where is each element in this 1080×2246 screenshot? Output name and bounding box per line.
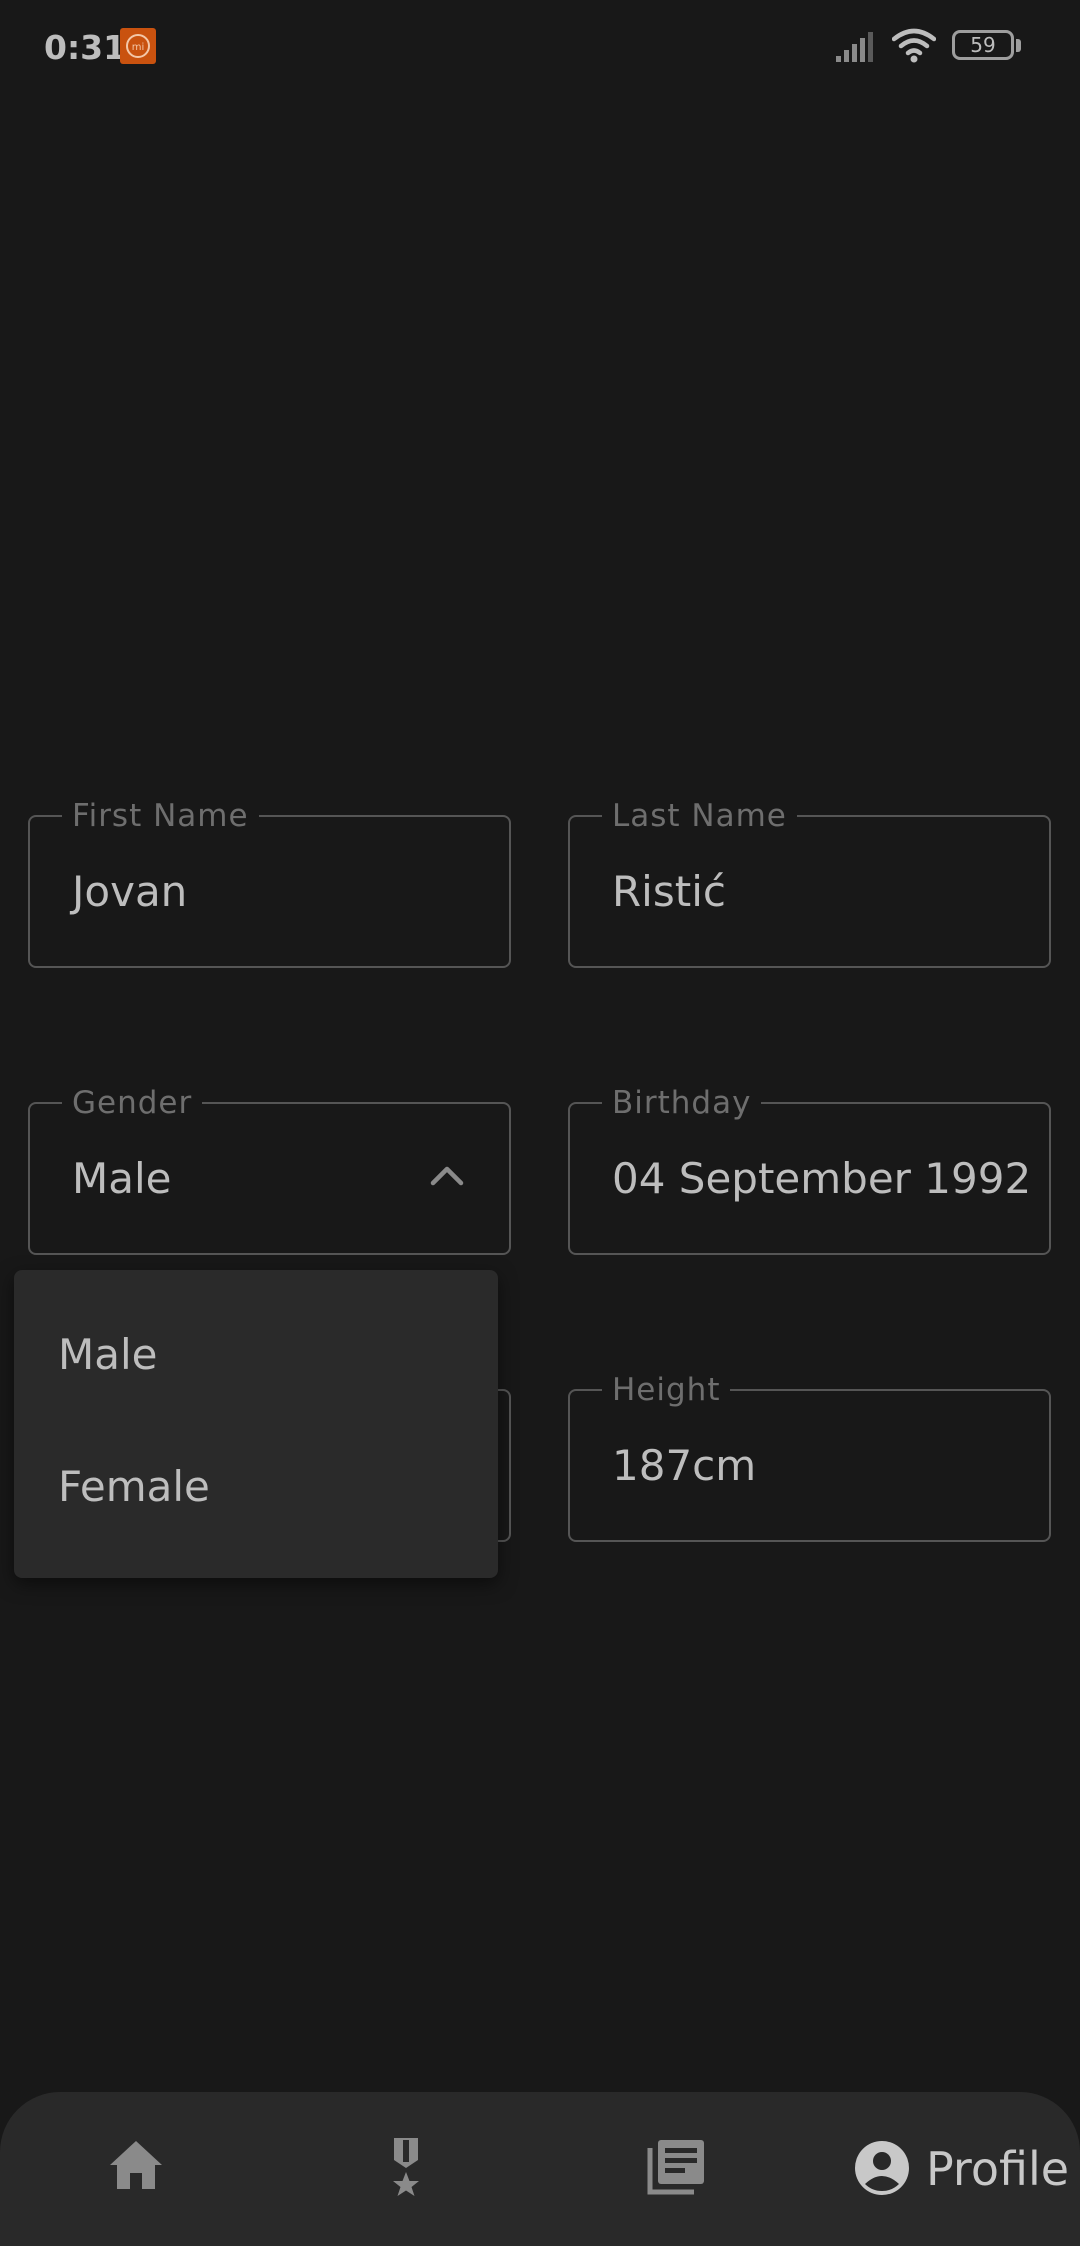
gender-label: Gender [62,1085,203,1121]
birthday-field[interactable]: Birthday 04 September 1992 [568,1085,1051,1255]
nav-item-news[interactable] [626,2092,726,2246]
account-circle-icon [855,2141,909,2195]
chevron-up-icon[interactable] [429,1164,465,1190]
menu-item-label: Male [58,1330,158,1379]
nav-item-home[interactable] [86,2092,186,2246]
gender-value: Male [72,1154,172,1203]
wifi-icon [891,28,937,68]
last-name-value: Ristić [612,867,726,916]
status-time: 0:31 [44,28,127,67]
height-field[interactable]: Height 187cm [568,1372,1051,1542]
battery-level-text: 59 [970,33,996,57]
nav-item-achievements[interactable] [356,2092,456,2246]
nav-profile-label: Profile [926,2142,1070,2196]
cellular-signal-icon [836,30,880,68]
home-icon [110,2141,162,2189]
birthday-label: Birthday [602,1085,762,1121]
nav-item-profile[interactable]: Profile [840,2092,1080,2246]
first-name-label: First Name [62,798,259,834]
medal-icon [393,2138,419,2196]
notification-app-icon: mi [120,28,156,64]
last-name-field[interactable]: Last Name Ristić [568,798,1051,968]
gender-dropdown-menu: Male Female [14,1270,498,1578]
last-name-label: Last Name [602,798,797,834]
first-name-value: Jovan [72,867,188,916]
gender-option-female[interactable]: Female [14,1422,498,1552]
height-label: Height [602,1372,731,1408]
birthday-value: 04 September 1992 [612,1154,1032,1203]
gender-option-male[interactable]: Male [14,1290,498,1420]
height-value: 187cm [612,1441,757,1490]
first-name-field[interactable]: First Name Jovan [28,798,511,968]
gender-select[interactable]: Gender Male [28,1085,511,1255]
bottom-navigation: Profile [0,2092,1080,2246]
battery-icon: 59 [952,30,1024,64]
svg-text:mi: mi [132,42,145,53]
status-bar: 0:31 mi 59 [0,0,1080,96]
news-icon [647,2140,704,2195]
menu-item-label: Female [58,1462,210,1511]
